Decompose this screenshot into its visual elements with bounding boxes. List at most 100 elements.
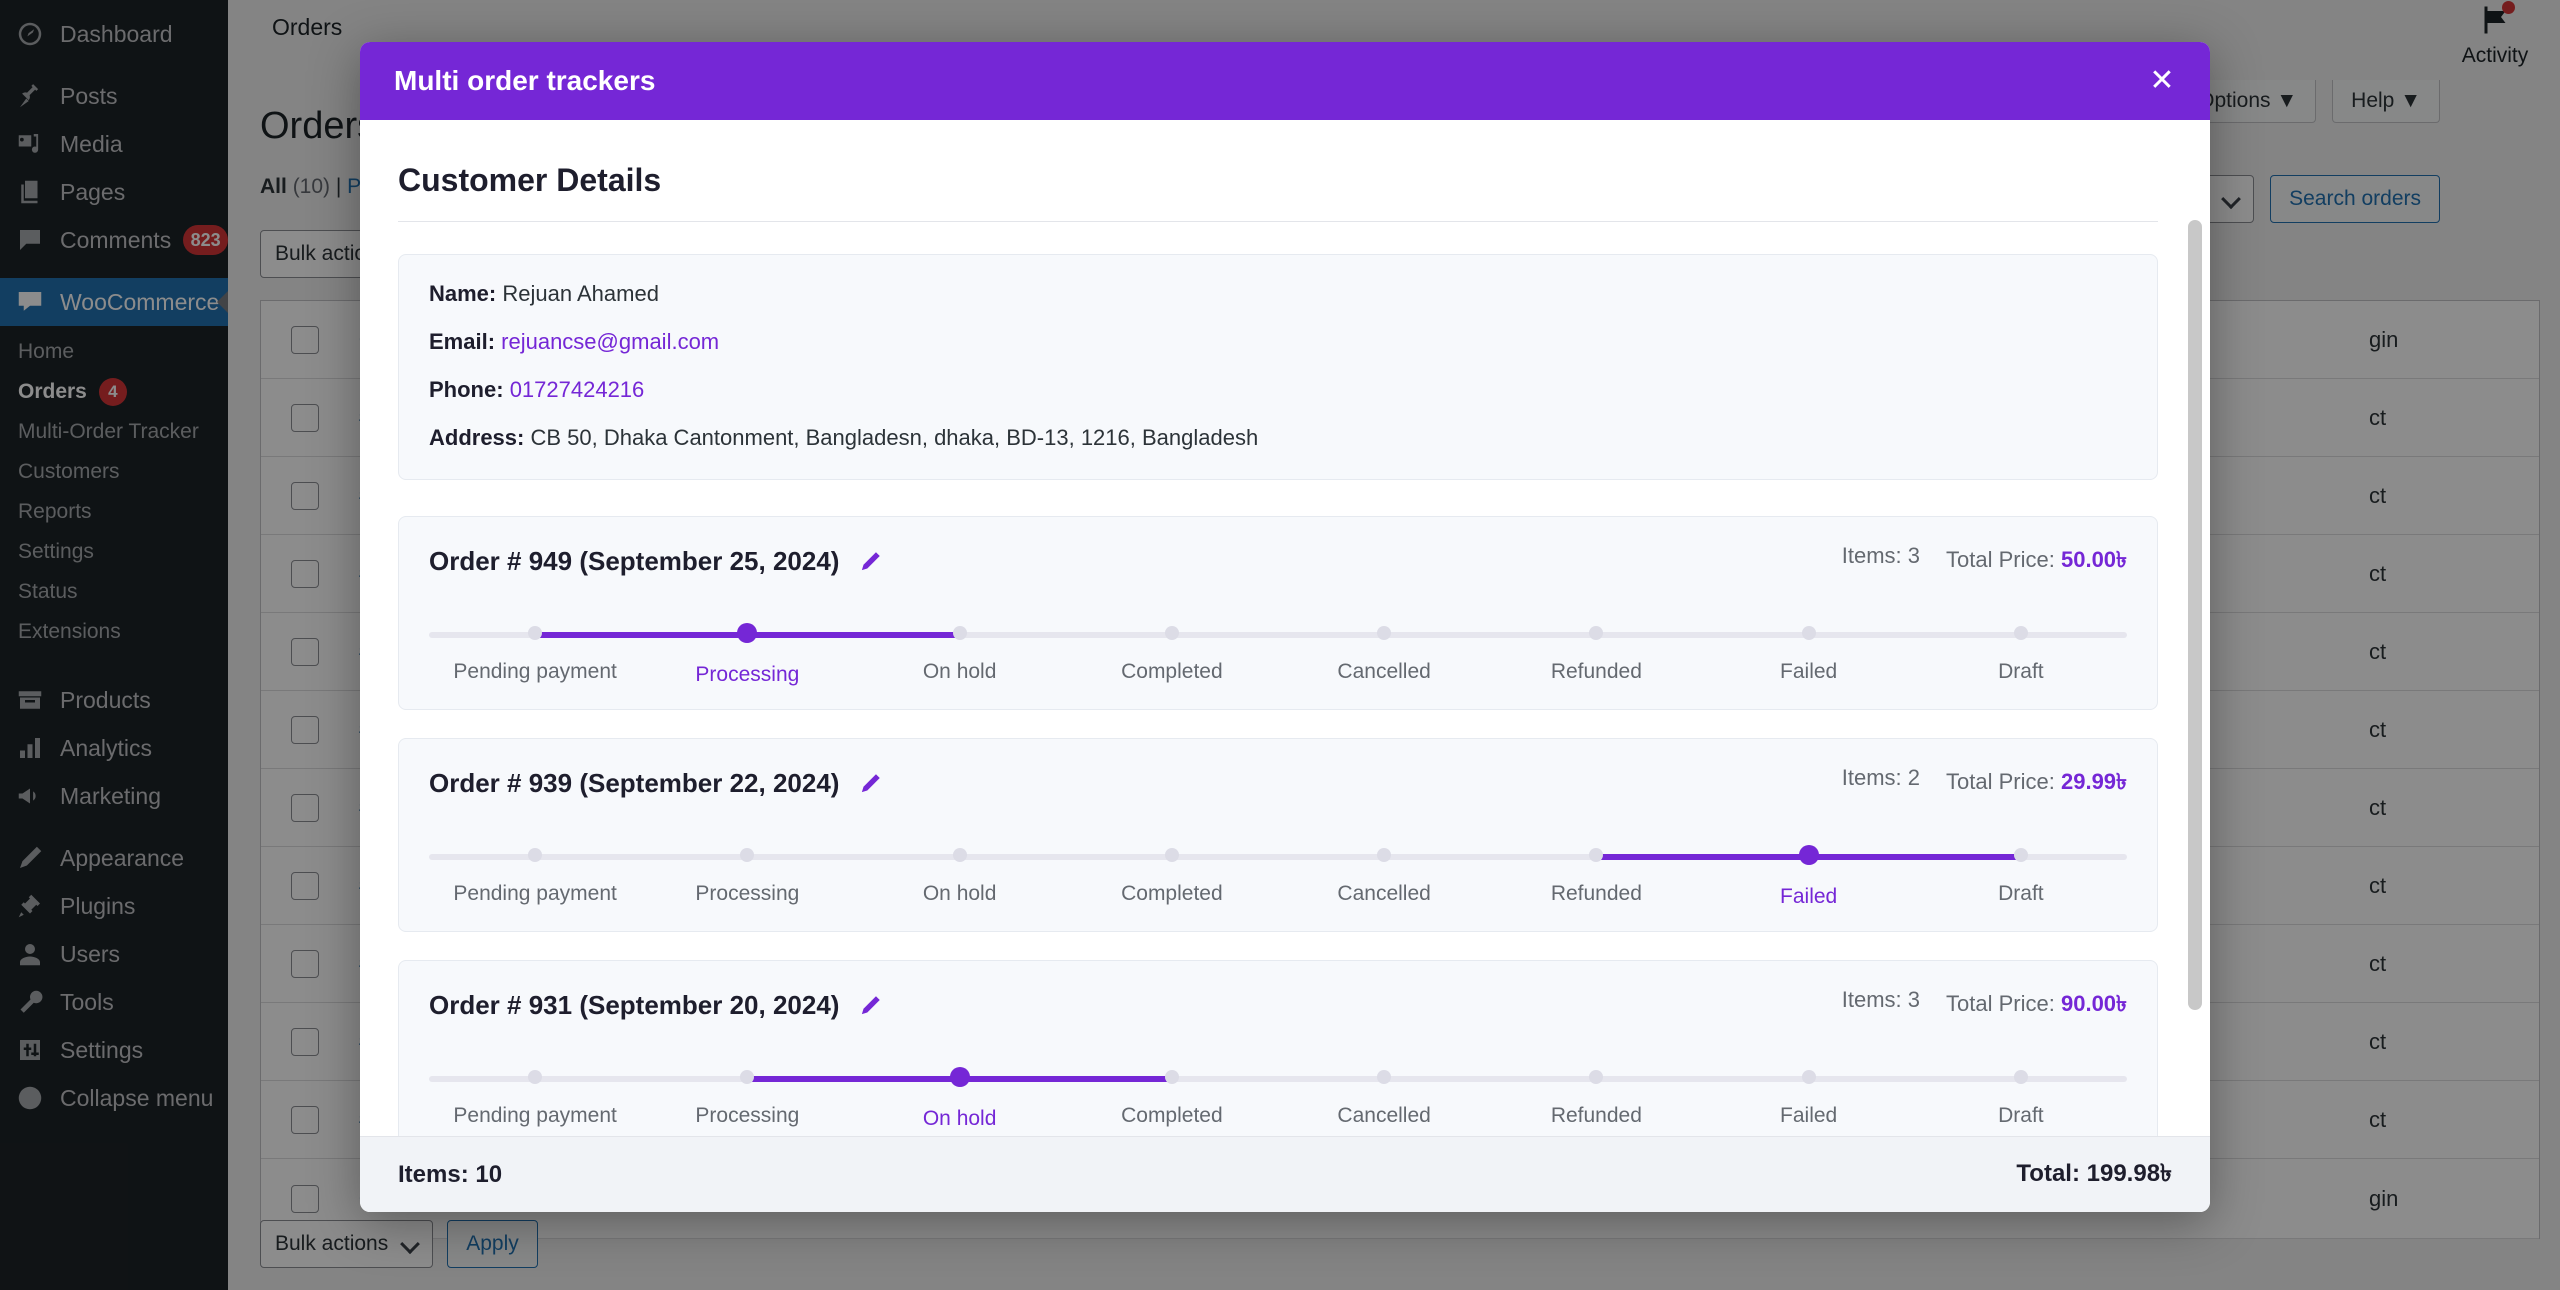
tracker-step-cancelled[interactable]: Cancelled: [1278, 1066, 1490, 1131]
order-total-price: Total Price: 29.99৳: [1946, 765, 2127, 802]
tracker-dot[interactable]: [2013, 1070, 2028, 1084]
tracker-dot[interactable]: [1589, 626, 1604, 640]
order-items: Items: 3: [1842, 987, 1920, 1024]
customer-details-heading: Customer Details: [398, 162, 2158, 222]
customer-details-card: Name: Rejuan Ahamed Email: rejuancse@gma…: [398, 254, 2158, 480]
order-meta: Items: 2 Total Price: 29.99৳: [1842, 765, 2127, 802]
pencil-icon[interactable]: [857, 993, 883, 1019]
customer-phone-label: Phone:: [429, 377, 504, 402]
tracker-step-label: Pending payment: [453, 882, 617, 905]
tracker-step-label: Processing: [695, 1104, 800, 1127]
tracker-dot[interactable]: [949, 1067, 970, 1087]
tracker-dot[interactable]: [1377, 626, 1392, 640]
modal-scroll-area[interactable]: Customer Details Name: Rejuan Ahamed Ema…: [398, 162, 2172, 1136]
tracker-step-label: Refunded: [1550, 1104, 1642, 1127]
tracker-step-label: On hold: [922, 882, 997, 905]
customer-email-label: Email:: [429, 329, 496, 354]
order-title: Order # 939 (September 22, 2024): [429, 768, 840, 798]
tracker-step-cancelled[interactable]: Cancelled: [1278, 844, 1490, 909]
tracker-steps: Pending payment Processing On hold Complete…: [429, 844, 2127, 909]
tracker-dot[interactable]: [737, 623, 758, 643]
tracker-step-refunded[interactable]: Refunded: [1490, 622, 1702, 687]
order-card: Order # 931 (September 20, 2024) Items: 3…: [398, 960, 2158, 1136]
tracker-step-label: Processing: [695, 663, 800, 686]
tracker-step-completed[interactable]: Completed: [1066, 622, 1278, 687]
tracker-step-failed[interactable]: Failed: [1703, 1066, 1915, 1131]
tracker-step-on-hold[interactable]: On hold: [854, 844, 1066, 909]
tracker-step-pending-payment[interactable]: Pending payment: [429, 844, 641, 909]
modal-footer: Items: 10 Total: 199.98৳: [360, 1136, 2210, 1212]
tracker-dot[interactable]: [1801, 1070, 1816, 1084]
tracker-step-draft[interactable]: Draft: [1915, 1066, 2127, 1131]
tracker-step-label: On hold: [922, 660, 997, 683]
close-icon[interactable]: ✕: [2142, 61, 2182, 101]
tracker-dot[interactable]: [528, 1070, 543, 1084]
wp-admin-root: Dashboard Posts Media Pages Comments 823…: [0, 0, 2560, 1290]
tracker-step-cancelled[interactable]: Cancelled: [1278, 622, 1490, 687]
tracker-dot[interactable]: [528, 848, 543, 862]
order-price-value: 90.00৳: [2060, 991, 2127, 1016]
order-card-header: Order # 931 (September 20, 2024) Items: 3…: [429, 987, 2127, 1024]
tracker-step-label: Draft: [1998, 1104, 2044, 1127]
order-status-tracker[interactable]: Pending payment Processing On hold Complete…: [429, 826, 2127, 909]
tracker-dot[interactable]: [1589, 1070, 1604, 1084]
order-title: Order # 949 (September 25, 2024): [429, 546, 840, 576]
footer-grand-total: Total: 199.98৳: [2016, 1159, 2172, 1187]
customer-address-label: Address:: [429, 425, 525, 450]
tracker-step-processing[interactable]: Processing: [535, 622, 960, 687]
tracker-step-failed[interactable]: Failed: [1596, 844, 2021, 909]
order-status-tracker[interactable]: Pending payment Processing On hold Complete…: [429, 1048, 2127, 1131]
tracker-step-pending-payment[interactable]: Pending payment: [429, 1066, 641, 1131]
tracker-step-label: Draft: [1998, 660, 2044, 683]
tracker-dot[interactable]: [1164, 848, 1179, 862]
order-card-header: Order # 949 (September 25, 2024) Items: 3…: [429, 543, 2127, 580]
tracker-step-label: Cancelled: [1337, 882, 1431, 905]
tracker-steps: Pending payment Processing On hold Complete…: [429, 1066, 2127, 1131]
order-items-value: 2: [1907, 765, 1921, 790]
tracker-step-refunded[interactable]: Refunded: [1490, 1066, 1702, 1131]
order-price-label: Total Price:: [1946, 769, 2055, 794]
customer-email-link[interactable]: rejuancse@gmail.com: [501, 329, 719, 354]
order-price-label: Total Price:: [1946, 547, 2055, 572]
tracker-step-draft[interactable]: Draft: [1915, 622, 2127, 687]
tracker-step-label: Cancelled: [1337, 660, 1431, 683]
customer-name-label: Name:: [429, 281, 497, 306]
tracker-step-label: Processing: [695, 882, 800, 905]
tracker-dot[interactable]: [740, 848, 755, 862]
order-total-price: Total Price: 90.00৳: [1946, 987, 2127, 1024]
tracker-dot[interactable]: [1164, 626, 1179, 640]
tracker-dot[interactable]: [1377, 848, 1392, 862]
tracker-step-label: Pending payment: [453, 1104, 617, 1127]
tracker-dot[interactable]: [952, 626, 967, 640]
tracker-dot[interactable]: [2013, 848, 2028, 862]
tracker-step-label: Cancelled: [1337, 1104, 1431, 1127]
order-title: Order # 931 (September 20, 2024): [429, 990, 840, 1020]
order-status-tracker[interactable]: Pending payment Processing On hold Complete…: [429, 604, 2127, 687]
tracker-step-label: Failed: [1780, 660, 1838, 683]
tracker-dot[interactable]: [1164, 1070, 1179, 1084]
tracker-step-label: Completed: [1121, 1104, 1223, 1127]
tracker-dot[interactable]: [2013, 626, 2028, 640]
customer-phone-link[interactable]: 01727424216: [510, 377, 645, 402]
tracker-step-failed[interactable]: Failed: [1703, 622, 1915, 687]
modal-body: Customer Details Name: Rejuan Ahamed Ema…: [360, 120, 2210, 1136]
pencil-icon[interactable]: [857, 771, 883, 797]
order-items-label: Items:: [1841, 765, 1902, 790]
customer-name-value: Rejuan Ahamed: [502, 281, 659, 306]
tracker-dot[interactable]: [952, 848, 967, 862]
tracker-step-on-hold[interactable]: On hold: [747, 1066, 1172, 1131]
tracker-step-processing[interactable]: Processing: [641, 844, 853, 909]
tracker-dot[interactable]: [1798, 845, 1819, 865]
tracker-step-completed[interactable]: Completed: [1066, 844, 1278, 909]
customer-address-row: Address: CB 50, Dhaka Cantonment, Bangla…: [429, 425, 2127, 451]
pencil-icon[interactable]: [857, 549, 883, 575]
tracker-step-label: On hold: [922, 1107, 997, 1130]
tracker-step-label: Failed: [1780, 1104, 1838, 1127]
tracker-dot[interactable]: [1801, 626, 1816, 640]
order-price-value: 50.00৳: [2060, 547, 2127, 572]
footer-items-total: Items: 10: [398, 1160, 503, 1188]
tracker-dot[interactable]: [1377, 1070, 1392, 1084]
modal-scrollbar-thumb[interactable]: [2188, 220, 2202, 1010]
tracker-step-label: Pending payment: [453, 660, 617, 683]
customer-email-row: Email: rejuancse@gmail.com: [429, 329, 2127, 355]
